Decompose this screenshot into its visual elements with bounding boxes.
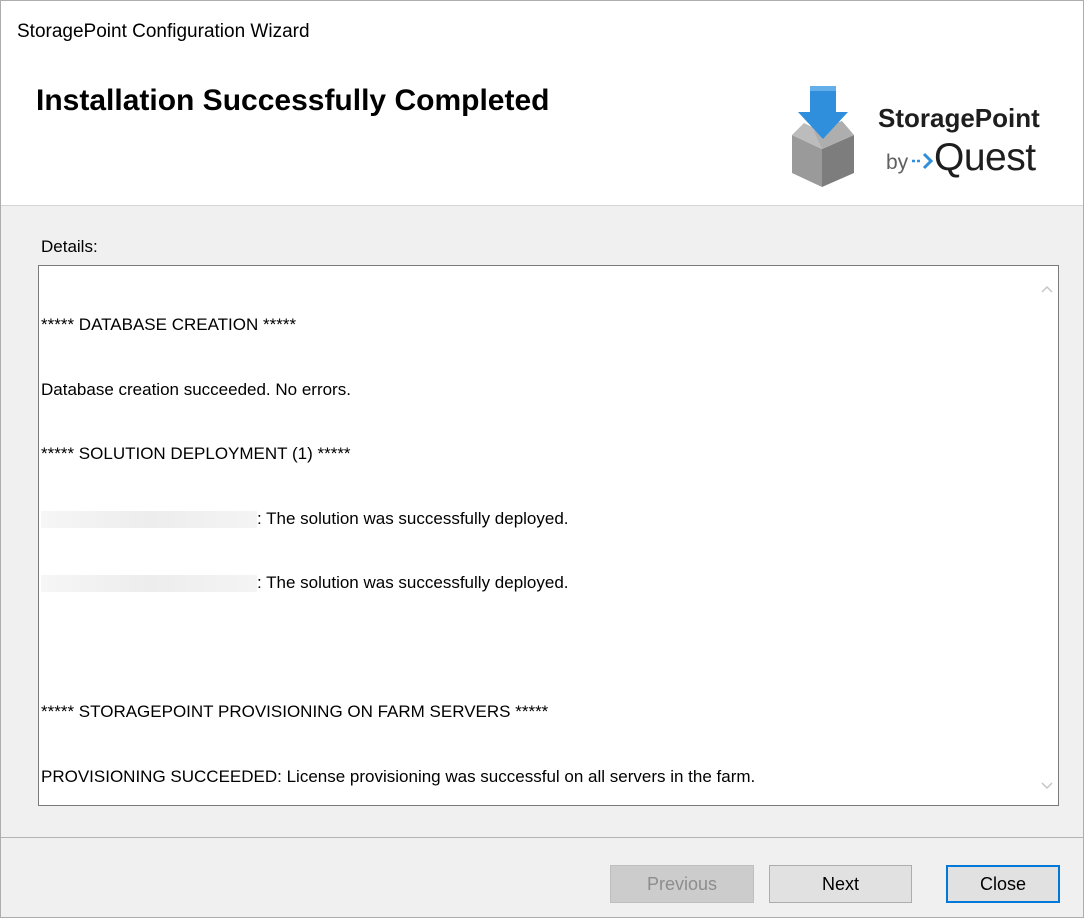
- log-line-blank: [41, 637, 1031, 659]
- log-line-deployment-2: : The solution was successfully deployed…: [41, 572, 1031, 594]
- logo-product-name: StoragePoint: [878, 103, 1040, 133]
- log-line: ***** STORAGEPOINT PROVISIONING ON FARM …: [41, 702, 549, 721]
- log-line: PROVISIONING SUCCEEDED: License provisio…: [41, 766, 756, 786]
- close-button[interactable]: Close: [946, 865, 1060, 903]
- details-log: ***** DATABASE CREATION ***** Database c…: [41, 271, 1031, 805]
- redacted-server-name: [41, 575, 257, 593]
- details-label: Details:: [41, 237, 98, 256]
- details-textbox[interactable]: ***** DATABASE CREATION ***** Database c…: [38, 265, 1059, 806]
- redacted-server-name: [41, 510, 257, 528]
- previous-button[interactable]: Previous: [610, 865, 754, 903]
- box-download-icon: [792, 86, 854, 187]
- vertical-scrollbar[interactable]: [1035, 266, 1058, 805]
- log-line-text: : The solution was successfully deployed…: [257, 573, 569, 592]
- logo-brand-name: Quest: [934, 136, 1036, 179]
- log-line-deployment-1: : The solution was successfully deployed…: [41, 508, 1031, 530]
- log-line-text: : The solution was successfully deployed…: [257, 508, 569, 528]
- storagepoint-logo: StoragePoint by Quest: [786, 83, 1076, 193]
- wizard-header: StoragePoint Configuration Wizard Instal…: [1, 1, 1083, 206]
- chevron-down-icon[interactable]: [1035, 775, 1058, 797]
- log-line: ***** DATABASE CREATION *****: [41, 315, 297, 334]
- footer-divider: [1, 837, 1083, 838]
- page-title: Installation Successfully Completed: [36, 84, 550, 117]
- log-line: ***** SOLUTION DEPLOYMENT (1) *****: [41, 444, 351, 463]
- chevron-up-icon[interactable]: [1035, 278, 1058, 300]
- window-title: StoragePoint Configuration Wizard: [17, 21, 310, 42]
- logo-by-text: by: [886, 151, 909, 174]
- next-button[interactable]: Next: [769, 865, 912, 903]
- wizard-window: StoragePoint Configuration Wizard Instal…: [0, 0, 1084, 918]
- log-line: Database creation succeeded. No errors.: [41, 379, 351, 399]
